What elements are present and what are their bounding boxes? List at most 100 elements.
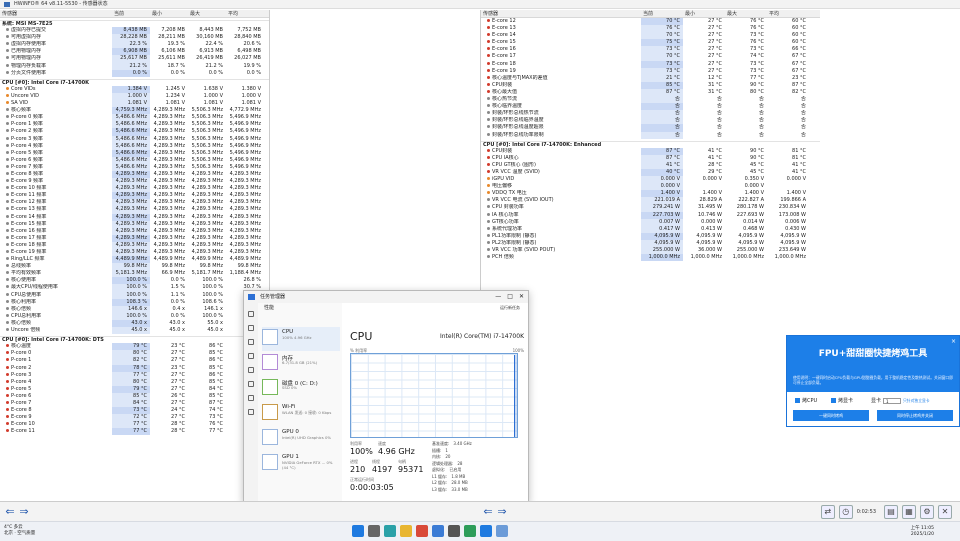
sensor-row[interactable]: 核心倍频43.0 x43.0 x55.0 x47.5 x [0, 319, 269, 328]
sensor-row[interactable]: 总线频率 99.8 MHz 99.8 MHz 99.8 MHz 99.8 MHz [0, 263, 269, 271]
sensor-row[interactable]: 虚拟内存已提交 8,438 MB 7,208 MB 8,443 MB 7,752 MB [0, 27, 269, 35]
hwinfo-taskbar-icon[interactable] [480, 525, 492, 537]
system-clock[interactable]: 上午 11:05 2025/1/20 [911, 526, 934, 538]
sensor-row[interactable]: P-core 080 °C27 °C85 °C33 °C [0, 350, 269, 358]
sensor-row[interactable]: 分页文件使用率 0.0 % 0.0 % 0.0 % 0.0 % [0, 69, 269, 77]
sensor-row[interactable]: PL1功率限制 (静态) 4,095.9 W 4,095.9 W 4,095.9 W 4… [481, 232, 820, 240]
gpu-select[interactable]: 1 [883, 397, 902, 404]
arrow-left-icon[interactable]: ⇐ [4, 506, 16, 518]
sensor-panel-right[interactable]: 传感器 当前 最小 最大 平均 E-core 12 70 °C 27 °C 76 °C… [480, 10, 820, 500]
sensor-row[interactable]: 最大CPU/线程使用率 100.0 % 1.5 % 100.0 % 30.7 % [0, 284, 269, 292]
perf-item-wifi[interactable]: Wi-Fi WLAN 发送: 0 接收: 0 Kbps [262, 402, 340, 426]
sensor-row[interactable]: P-core 377 °C27 °C86 °C32 °C [0, 371, 269, 379]
sensor-row[interactable]: P-core 0 频率 5,486.6 MHz 4,289.3 MHz 5,506.3… [0, 114, 269, 122]
sensor-panel-left[interactable]: 传感器 当前 最小 最大 平均 系统: MSI MS-7E25 虚拟内存已提交 8,… [0, 10, 270, 500]
nav-details-icon[interactable] [248, 395, 254, 401]
sensor-row[interactable]: P-core 5 频率 5,486.6 MHz 4,289.3 MHz 5,506.3… [0, 149, 269, 157]
sensor-row[interactable]: E-core 19 73 °C 27 °C 73 °C 67 °C [481, 67, 820, 75]
sensor-row[interactable]: E-core 11 频率 4,289.3 MHz 4,289.3 MHz 4,289.… [0, 192, 269, 200]
network-icon[interactable]: ⇄ [820, 505, 835, 519]
sensor-row[interactable]: 封装/环形总线热节流 否 否 否 否 [481, 110, 820, 118]
sensor-row[interactable]: E-core 14 频率 4,289.3 MHz 4,289.3 MHz 4,289.… [0, 213, 269, 221]
nav-services-icon[interactable] [248, 409, 254, 415]
col-min[interactable]: 最小 [150, 10, 188, 17]
cpu-checkbox[interactable] [795, 398, 800, 403]
perf-item-cpu[interactable]: CPU 100% 4.96 GHz [262, 327, 340, 351]
sensor-row[interactable]: E-core 10 频率 4,289.3 MHz 4,289.3 MHz 4,289.… [0, 185, 269, 193]
sensor-row[interactable]: CPU GT核心 (图形) 41 °C 28 °C 45 °C 41 °C [481, 161, 820, 169]
sensor-row[interactable]: E-core 18 73 °C 27 °C 73 °C 67 °C [481, 60, 820, 68]
sensor-row[interactable]: VR VCC 温度 (SVID) 40 °C 29 °C 45 °C 41 °C [481, 168, 820, 177]
col-max[interactable]: 最大 [188, 10, 226, 17]
sensor-row[interactable]: P-core 784 °C27 °C87 °C32 °C [0, 399, 269, 408]
sensor-row[interactable]: VR VCC 电流 (SVID IOUT) 221.019 A 28.829 A 22… [481, 197, 820, 205]
sensor-row[interactable]: 核心频率 4,759.3 MHz 4,289.3 MHz 5,506.3 MHz 4,7… [0, 107, 269, 115]
col-max-right[interactable]: 最大 [725, 10, 767, 17]
sensor-row[interactable]: Uncore 倍频45.0 x45.0 x45.0 x45.0 x [0, 327, 269, 335]
sensor-row[interactable]: 核心温度与TjMAX的差值 21 °C 12 °C 77 °C 23 °C [481, 74, 820, 82]
sensor-row[interactable]: 核心倍频146.6 x0.4 x146.1 x99.0 x [0, 305, 269, 313]
sensor-row[interactable]: E-core 1077 °C28 °C76 °C31 °C [0, 421, 269, 429]
sensor-row[interactable]: VR VCC 功率 (SVID POUT) 255.000 W 36.000 W 25… [481, 247, 820, 255]
col-avg-right[interactable]: 平均 [767, 10, 809, 17]
sensor-row[interactable]: 已用物理内存 6,908 MB 6,106 MB 6,913 MB 6,498 MB [0, 48, 269, 56]
sensor-row[interactable]: 封装/环形总线功率限制 否 否 否 否 [481, 131, 820, 139]
edge-icon[interactable] [384, 525, 396, 537]
sensor-row[interactable]: 电压偏移 0.000 V 0.000 V [481, 183, 820, 191]
sensor-row[interactable]: CPU IA核心 87 °C 41 °C 90 °C 81 °C [481, 154, 820, 162]
sensor-row[interactable]: 核心热节流 否 否 否 否 [481, 96, 820, 104]
sensor-row[interactable]: PCH 倍频 1,000.0 MHz 1,000.0 MHz 1,000.0 MHz 1… [481, 254, 820, 262]
search-icon[interactable] [368, 525, 380, 537]
start-burn-button[interactable]: 一键同时烤鸡 [793, 410, 869, 421]
nav-history-icon[interactable] [248, 353, 254, 359]
sensor-row[interactable]: P-core 685 °C26 °C85 °C31 °C [0, 392, 269, 400]
task-manager-window[interactable]: 任务管理器 — □ ✕ 性能 运行新任务 CPU 100% 4.96 GHz 内… [243, 290, 529, 503]
sensor-row[interactable]: Ring/LLC 频率 4,489.9 MHz 4,489.9 MHz 4,489.9… [0, 256, 269, 264]
sensor-row[interactable]: SA VID 1.081 V 1.081 V 1.081 V 1.081 V [0, 100, 269, 108]
sensor-row[interactable]: 封装/环形总线临界温度 否 否 否 否 [481, 117, 820, 125]
sensor-row[interactable]: E-core 17 频率 4,289.3 MHz 4,289.3 MHz 4,289.… [0, 234, 269, 242]
taskmgr-taskbar-icon[interactable] [496, 525, 508, 537]
perf-item-gpu0[interactable]: GPU 0 Intel(R) UHD Graphics 0% [262, 427, 340, 451]
nav-menu-icon[interactable] [248, 311, 254, 317]
layout-icon[interactable]: ▦ [902, 505, 916, 519]
nav-processes-icon[interactable] [248, 325, 254, 331]
sensor-row[interactable]: 系统代理功率 0.417 W 0.413 W 0.468 W 0.430 W [481, 225, 820, 233]
sensor-row[interactable]: E-core 12 70 °C 27 °C 76 °C 60 °C [481, 18, 820, 26]
sensor-row[interactable]: E-core 13 频率 4,289.3 MHz 4,289.3 MHz 4,289.… [0, 206, 269, 214]
col-current[interactable]: 当前 [112, 10, 150, 17]
sensor-row[interactable]: 可用虚拟内存 28,228 MB 28,211 MB 30,160 MB 28,840 … [0, 34, 269, 42]
sensor-row[interactable]: E-core 19 频率 4,289.3 MHz 4,289.3 MHz 4,289.… [0, 249, 269, 257]
sensor-row[interactable]: P-core 2 频率 5,486.6 MHz 4,289.3 MHz 5,506.3… [0, 128, 269, 136]
sensor-row[interactable]: P-core 4 频率 5,486.6 MHz 4,289.3 MHz 5,506.3… [0, 142, 269, 150]
sensor-row[interactable]: 核心使用率 100.0 % 0.0 % 100.0 % 26.8 % [0, 277, 269, 285]
sensor-row[interactable]: P-core 7 频率 5,486.6 MHz 4,289.3 MHz 5,506.3… [0, 163, 269, 171]
sensor-group-header[interactable]: CPU [#0]: Intel Core i7-14700K: Enhanced [481, 140, 820, 148]
gpu-option[interactable]: 烤显卡 [831, 397, 853, 404]
sensor-row[interactable]: P-core 6 频率 5,486.6 MHz 4,289.3 MHz 5,506.3… [0, 156, 269, 164]
sensor-row[interactable]: IA 核心功率 227.703 W 10.746 W 227.693 W 173.008… [481, 211, 820, 219]
maximize-icon[interactable]: □ [507, 291, 513, 303]
sensor-row[interactable]: 核心最大值 87 °C 31 °C 80 °C 82 °C [481, 88, 820, 97]
sensor-row[interactable]: 虚拟内存使用率 22.3 % 19.3 % 22.4 % 20.6 % [0, 41, 269, 49]
reset-icon[interactable]: ✕ [938, 505, 952, 519]
sensor-group-header[interactable]: CPU [#0]: Intel Core i7-14700K [0, 78, 269, 86]
app-red-icon[interactable] [416, 525, 428, 537]
explorer-icon[interactable] [400, 525, 412, 537]
sensor-row[interactable]: P-core 579 °C27 °C84 °C32 °C [0, 385, 269, 393]
sensor-row[interactable]: E-core 15 75 °C 27 °C 76 °C 60 °C [481, 39, 820, 47]
sensor-group-header[interactable]: CPU [#0]: Intel Core i7-14700K: DTS [0, 336, 269, 343]
sensor-row[interactable]: CPU总使用率100.0 %1.1 %100.0 %26.8 % [0, 291, 269, 299]
sensor-row[interactable]: E-core 18 频率 4,289.3 MHz 4,289.3 MHz 4,289.… [0, 241, 269, 249]
sensor-row[interactable]: P-core 278 °C23 °C85 °C30 °C [0, 364, 269, 372]
nav-users-icon[interactable] [248, 381, 254, 387]
sensor-row[interactable]: E-core 17 70 °C 27 °C 74 °C 67 °C [481, 53, 820, 61]
sensor-row[interactable]: PL2功率限制 (静态) 4,095.9 W 4,095.9 W 4,095.9 W 4… [481, 239, 820, 247]
sensor-row[interactable]: Uncore VID 1.000 V 1.234 V 1.000 V 1.000 V [0, 92, 269, 101]
sensor-row[interactable]: E-core 873 °C24 °C74 °C30 °C [0, 407, 269, 415]
sensor-row[interactable]: Core VIDs 1.384 V 1.245 V 1.638 V 1.380 V [0, 85, 269, 93]
sensor-row[interactable]: GT核心功率 0.007 W 0.000 W 0.014 W 0.006 W [481, 218, 820, 226]
sensor-row[interactable]: 封装/环形总线温度超限 否 否 否 否 [481, 124, 820, 132]
sensor-row[interactable]: E-core 13 76 °C 27 °C 76 °C 60 °C [481, 25, 820, 33]
sensor-row[interactable]: 核心利用率108.3 %0.0 %108.6 %27.9 % [0, 298, 269, 306]
